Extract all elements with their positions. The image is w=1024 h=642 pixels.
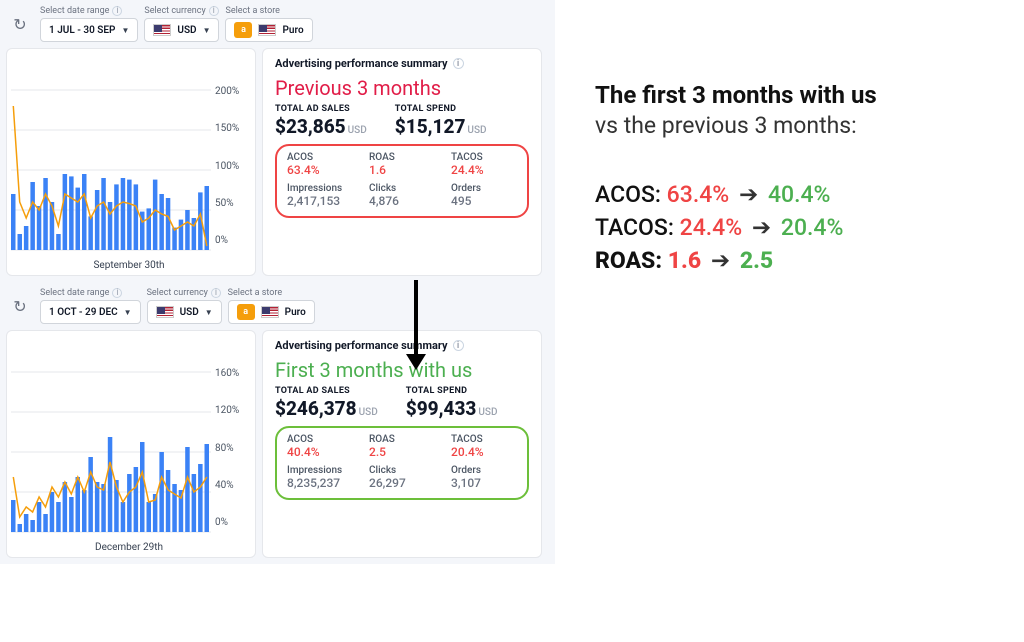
impressions-label: Impressions: [287, 183, 345, 194]
currency-value: USD: [177, 25, 196, 36]
comparison-commentary: The first 3 months with us vs the previo…: [555, 0, 1024, 642]
comparison-headline: The first 3 months with us: [595, 80, 994, 111]
acos-value: 63.4%: [287, 163, 345, 177]
total-spend-value: $99,433USD: [406, 397, 498, 420]
chevron-down-icon: ▼: [205, 308, 213, 317]
info-icon[interactable]: i: [453, 340, 464, 351]
total-ad-sales-label: TOTAL AD SALES: [275, 386, 378, 396]
impressions-value: 2,417,153: [287, 194, 345, 208]
tacos-label: TACOS: [451, 152, 509, 163]
filter-label-currency: Select currencyi: [147, 288, 222, 298]
total-ad-sales-value: $246,378USD: [275, 397, 378, 420]
orders-label: Orders: [451, 183, 509, 194]
summary-title: Advertising performance summary i: [275, 57, 529, 70]
arrow-right-icon: ➔: [752, 214, 771, 241]
acos-label: ACOS: [287, 152, 345, 163]
comparison-acos: ACOS: 63.4% ➔ 40.4%: [595, 181, 994, 208]
dashboard-previous: ↻ Select date rangei 1 JUL - 30 SEP ▼ Se…: [0, 0, 555, 282]
filter-row: ↻ Select date rangei 1 JUL - 30 SEP ▼ Se…: [6, 4, 549, 48]
filter-label-date: Select date rangei: [40, 288, 141, 298]
date-range-value: 1 OCT - 29 DEC: [49, 307, 118, 318]
roas-label: ROAS: [369, 152, 427, 163]
metrics-box-first: ACOS40.4% ROAS2.5 TACOS20.4% Impressions…: [275, 426, 529, 500]
performance-chart[interactable]: [11, 82, 211, 254]
currency-value: USD: [180, 307, 199, 318]
store-value: Puro: [282, 25, 303, 36]
dashboard-first-with-us: ↻ Select date rangei 1 OCT - 29 DEC ▼ Se…: [0, 282, 555, 564]
totals-row: TOTAL AD SALES $246,378USD TOTAL SPEND $…: [275, 386, 529, 420]
currency-selector[interactable]: USD ▼: [147, 300, 222, 324]
chart-yaxis: 160% 120% 80% 40% 0%: [211, 368, 239, 528]
acos-value: 40.4%: [287, 445, 345, 459]
chevron-down-icon: ▼: [203, 26, 211, 35]
chart-yaxis: 200% 150% 100% 50% 0%: [211, 86, 239, 246]
clicks-value: 4,876: [369, 194, 427, 208]
acos-label: ACOS: [287, 434, 345, 445]
chevron-down-icon: ▼: [124, 308, 132, 317]
orders-label: Orders: [451, 465, 509, 476]
performance-chart[interactable]: [11, 364, 211, 536]
orders-value: 495: [451, 194, 509, 208]
store-icon: a: [237, 304, 255, 320]
chart-date-label: December 29th: [11, 536, 247, 553]
info-icon[interactable]: i: [112, 288, 122, 298]
filter-label-store: Select a store: [228, 288, 315, 298]
chart-date-label: September 30th: [11, 254, 247, 271]
arrow-down-icon: [400, 280, 432, 382]
comparison-subhead: vs the previous 3 months:: [595, 111, 994, 141]
flag-us-icon: [261, 306, 279, 318]
roas-value: 1.6: [369, 163, 427, 177]
date-range-selector[interactable]: 1 OCT - 29 DEC ▼: [40, 300, 141, 324]
total-spend-label: TOTAL SPEND: [395, 104, 487, 114]
roas-value: 2.5: [369, 445, 427, 459]
impressions-value: 8,235,237: [287, 476, 345, 490]
info-icon[interactable]: i: [211, 288, 221, 298]
store-selector[interactable]: a Puro: [228, 300, 315, 324]
annotation-previous: Previous 3 months: [275, 76, 529, 100]
refresh-icon[interactable]: ↻: [6, 10, 34, 38]
flag-us-icon: [258, 24, 276, 36]
orders-value: 3,107: [451, 476, 509, 490]
clicks-value: 26,297: [369, 476, 427, 490]
total-ad-sales-value: $23,865USD: [275, 115, 367, 138]
store-value: Puro: [285, 307, 306, 318]
clicks-label: Clicks: [369, 465, 427, 476]
tacos-value: 24.4%: [451, 163, 509, 177]
performance-chart-card: 160% 120% 80% 40% 0% December 29th: [6, 330, 256, 558]
filter-label-date: Select date rangei: [40, 6, 138, 16]
info-icon[interactable]: i: [453, 58, 464, 69]
arrow-right-icon: ➔: [739, 181, 758, 208]
clicks-label: Clicks: [369, 183, 427, 194]
totals-row: TOTAL AD SALES $23,865USD TOTAL SPEND $1…: [275, 104, 529, 138]
filter-label-currency: Select currencyi: [144, 6, 219, 16]
info-icon[interactable]: i: [112, 6, 122, 16]
flag-us-icon: [153, 24, 171, 36]
chevron-down-icon: ▼: [121, 26, 129, 35]
total-spend-label: TOTAL SPEND: [406, 386, 498, 396]
date-range-selector[interactable]: 1 JUL - 30 SEP ▼: [40, 18, 138, 42]
date-range-value: 1 JUL - 30 SEP: [49, 25, 115, 36]
summary-card-previous: Advertising performance summary i Previo…: [262, 48, 542, 276]
store-icon: a: [234, 22, 252, 38]
comparison-roas: ROAS: 1.6 ➔ 2.5: [595, 247, 994, 274]
tacos-value: 20.4%: [451, 445, 509, 459]
filter-label-store: Select a store: [225, 6, 312, 16]
arrow-right-icon: ➔: [711, 247, 730, 274]
filter-row: ↻ Select date rangei 1 OCT - 29 DEC ▼ Se…: [6, 286, 549, 330]
store-selector[interactable]: a Puro: [225, 18, 312, 42]
tacos-label: TACOS: [451, 434, 509, 445]
refresh-icon[interactable]: ↻: [6, 292, 34, 320]
comparison-tacos: TACOS: 24.4% ➔ 20.4%: [595, 214, 994, 241]
total-ad-sales-label: TOTAL AD SALES: [275, 104, 367, 114]
info-icon[interactable]: i: [209, 6, 219, 16]
roas-label: ROAS: [369, 434, 427, 445]
total-spend-value: $15,127USD: [395, 115, 487, 138]
performance-chart-card: 200% 150% 100% 50% 0% September 30th: [6, 48, 256, 276]
metrics-box-previous: ACOS63.4% ROAS1.6 TACOS24.4% Impressions…: [275, 144, 529, 218]
currency-selector[interactable]: USD ▼: [144, 18, 219, 42]
impressions-label: Impressions: [287, 465, 345, 476]
flag-us-icon: [156, 306, 174, 318]
